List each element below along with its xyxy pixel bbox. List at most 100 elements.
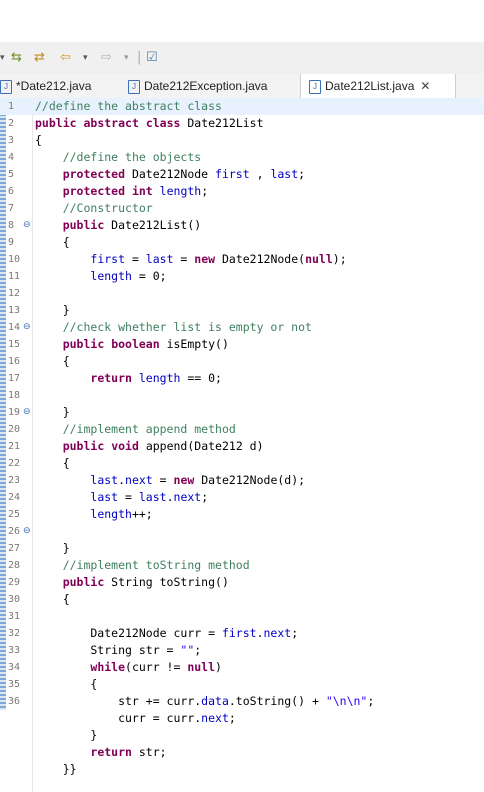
code-text: //define the objects [62, 150, 202, 164]
code-text: } [35, 541, 70, 555]
code-line[interactable]: 9 { [0, 234, 484, 251]
line-number: 7 [8, 203, 15, 214]
forward-dropdown-icon[interactable]: ▾ [124, 50, 129, 66]
dropdown-arrow-icon[interactable]: ▾ [0, 50, 5, 66]
code-line[interactable]: 17 return length == 0; [0, 370, 484, 387]
code-line[interactable]: 2 public abstract class Date212List [0, 115, 484, 132]
tab-date212[interactable]: J *Date212.java [0, 74, 110, 98]
fold-toggle-icon[interactable]: ⊖ [23, 217, 31, 234]
line-number: 28 [8, 560, 21, 571]
line-number: 29 [8, 577, 21, 588]
code-text: public abstract class Date212List [35, 116, 264, 130]
code-editor[interactable]: 1 //define the abstract class 2 public abst… [0, 98, 484, 792]
code-text: { [35, 456, 70, 470]
code-text: { [35, 592, 70, 606]
code-line[interactable]: 34 while(curr != null) [0, 659, 484, 676]
code-line[interactable]: 22 { [0, 455, 484, 472]
code-line[interactable]: return str; [0, 744, 484, 761]
close-icon[interactable]: ✕ [420, 74, 430, 98]
code-line[interactable]: 23 last.next = new Date212Node(d); [0, 472, 484, 489]
code-line[interactable]: curr = curr.next; [0, 710, 484, 727]
code-line[interactable]: 4 //define the objects [0, 149, 484, 166]
tab-date212list[interactable]: J Date212List.java ✕ [300, 74, 456, 99]
code-text: public boolean isEmpty() [62, 337, 229, 351]
line-number: 34 [8, 662, 21, 673]
code-line[interactable]: 13 } [0, 302, 484, 319]
forward-icon[interactable]: ⇨ [101, 50, 112, 66]
code-text: { [35, 354, 70, 368]
editor-tabs: J *Date212.java J Date212Exception.java J D… [0, 74, 484, 99]
code-line[interactable]: 18 [0, 387, 484, 404]
code-text: //implement toString method [62, 558, 250, 572]
code-line[interactable]: } [0, 727, 484, 744]
code-text: curr = curr.next; [35, 711, 236, 725]
open-task-icon[interactable]: ☑ [146, 50, 158, 66]
code-line[interactable]: 36 str += curr.data.toString() + "\n\n"; [0, 693, 484, 710]
toolbar-separator: | [137, 50, 142, 65]
code-line[interactable]: 31 [0, 608, 484, 625]
line-number: 24 [8, 492, 21, 503]
code-line[interactable]: 32 Date212Node curr = first.next; [0, 625, 484, 642]
code-text: return str; [90, 745, 167, 759]
code-line[interactable]: 35 { [0, 676, 484, 693]
code-line[interactable]: 30 { [0, 591, 484, 608]
code-line[interactable]: 29 public String toString() [0, 574, 484, 591]
code-line[interactable]: 6 protected int length; [0, 183, 484, 200]
line-number: 18 [8, 390, 21, 401]
code-text: last.next = new Date212Node(d); [90, 473, 306, 487]
editor-toolbar: ▾ ⇆ ⇄ ⇦ ▾ ⇨ ▾ | ☑ [0, 42, 484, 74]
code-text: last = last.next; [90, 490, 209, 504]
line-number: 12 [8, 288, 21, 299]
line-number: 23 [8, 475, 21, 486]
line-number: 35 [8, 679, 21, 690]
tab-label: Date212List.java [325, 79, 415, 93]
line-number: 15 [8, 339, 21, 350]
fold-toggle-icon[interactable]: ⊖ [23, 319, 31, 336]
code-text: first = last = new Date212Node(null); [90, 252, 347, 266]
code-line[interactable]: 28 //implement toString method [0, 557, 484, 574]
code-line[interactable]: 15 public boolean isEmpty() [0, 336, 484, 353]
tab-date212exception[interactable]: J Date212Exception.java [128, 74, 288, 98]
prev-annotation-icon[interactable]: ⇄ [34, 50, 45, 66]
code-line[interactable]: 21 public void append(Date212 d) [0, 438, 484, 455]
code-text: Date212Node curr = first.next; [35, 626, 299, 640]
code-text: length = 0; [90, 269, 167, 283]
code-line[interactable]: }} [0, 761, 484, 778]
line-number: 17 [8, 373, 21, 384]
code-line[interactable]: 33 String str = ""; [0, 642, 484, 659]
fold-toggle-icon[interactable]: ⊖ [23, 523, 31, 540]
java-file-icon: J [0, 79, 12, 94]
line-number: 31 [8, 611, 21, 622]
code-line[interactable]: 8 ⊖ public Date212List() [0, 217, 484, 234]
line-number: 1 [8, 101, 15, 112]
code-line[interactable]: 3{ [0, 132, 484, 149]
next-annotation-icon[interactable]: ⇆ [11, 50, 22, 66]
code-text: protected Date212Node first , last; [62, 167, 306, 181]
code-line[interactable]: 25 length++; [0, 506, 484, 523]
code-line[interactable]: 1 //define the abstract class [0, 98, 484, 115]
line-number: 6 [8, 186, 15, 197]
code-line[interactable]: 7 //Constructor [0, 200, 484, 217]
code-line[interactable]: 27 } [0, 540, 484, 557]
code-line[interactable]: 5 protected Date212Node first , last; [0, 166, 484, 183]
code-line[interactable]: 19 ⊖ } [0, 404, 484, 421]
code-text: while(curr != null) [90, 660, 222, 674]
code-line[interactable]: 12 [0, 285, 484, 302]
code-line[interactable]: 11 length = 0; [0, 268, 484, 285]
code-line[interactable]: 10 first = last = new Date212Node(null); [0, 251, 484, 268]
code-line[interactable]: 16 { [0, 353, 484, 370]
code-text: } [35, 303, 70, 317]
code-line[interactable]: 24 last = last.next; [0, 489, 484, 506]
line-number: 4 [8, 152, 15, 163]
code-line[interactable]: 26 ⊖ [0, 523, 484, 540]
code-text: protected int length; [62, 184, 209, 198]
code-text: String str = ""; [35, 643, 202, 657]
back-icon[interactable]: ⇦ [60, 50, 71, 66]
line-number: 33 [8, 645, 21, 656]
code-line[interactable]: 20 //implement append method [0, 421, 484, 438]
back-dropdown-icon[interactable]: ▾ [83, 50, 88, 66]
fold-toggle-icon[interactable]: ⊖ [23, 404, 31, 421]
code-text: { [35, 235, 70, 249]
code-line[interactable]: 14 ⊖ //check whether list is empty or not [0, 319, 484, 336]
code-text: //define the abstract class [35, 99, 222, 113]
